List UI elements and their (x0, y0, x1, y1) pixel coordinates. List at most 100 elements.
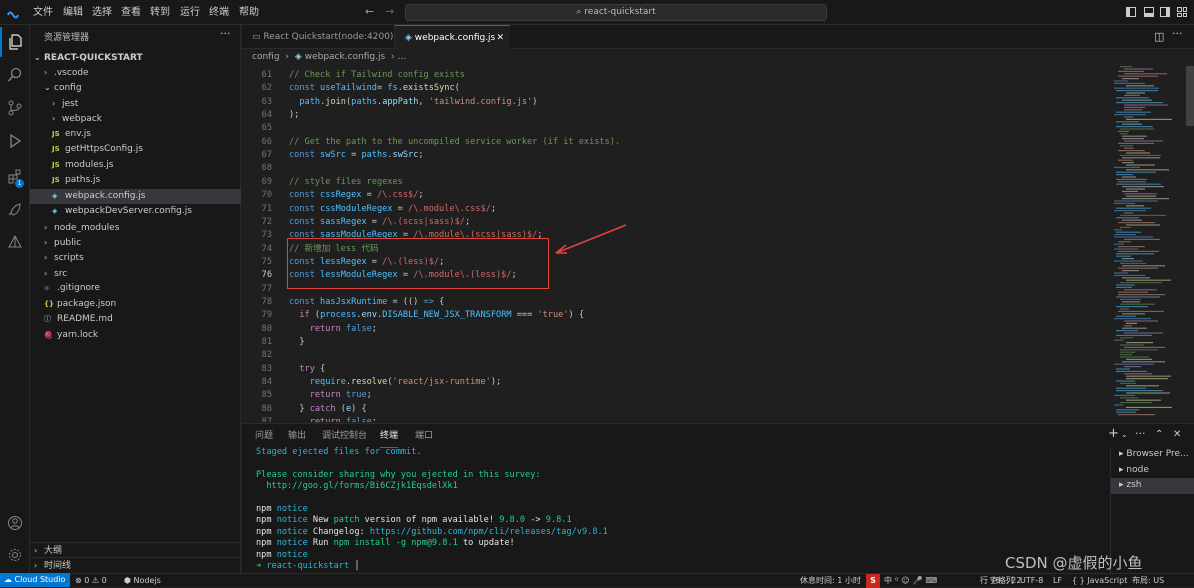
minimap-line (1124, 147, 1134, 149)
terminal-output[interactable]: Staged ejected files for commit. Please c… (256, 447, 1106, 573)
nodejs-status[interactable]: ⬢ Nodejs (124, 574, 161, 588)
close-icon[interactable]: ✕ (496, 26, 504, 50)
extensions-icon[interactable]: 1 (0, 162, 30, 192)
ellipsis[interactable]: … (398, 52, 407, 62)
maximize-panel-icon[interactable]: ⌃ (1155, 429, 1163, 440)
tree-item[interactable]: JS modules.js (30, 158, 241, 174)
tree-item[interactable]: › scripts (30, 250, 241, 266)
close-panel-icon[interactable]: ✕ (1173, 429, 1181, 440)
terminal-instance[interactable]: ▸ Browser Pre... (1111, 447, 1194, 463)
extensions-badge: 1 (15, 179, 24, 188)
code-token: env (361, 310, 378, 321)
tree-item-label: config (54, 83, 82, 94)
command-center-search[interactable]: ⌕ react-quickstart (405, 4, 827, 21)
minimap-line (1116, 380, 1135, 382)
rest-time[interactable]: 休息时间: 1 小时 (800, 574, 861, 588)
panel-tab[interactable]: 问题 (255, 424, 273, 448)
run-debug-icon[interactable] (0, 126, 30, 156)
new-terminal-icon[interactable]: + (1108, 426, 1119, 441)
workspace-root[interactable]: ⌄ REACT-QUICKSTART (30, 50, 241, 66)
account-icon[interactable] (0, 508, 30, 538)
settings-gear-icon[interactable] (0, 540, 30, 570)
indentation[interactable]: 空格: 2 (990, 574, 1016, 588)
tree-item[interactable]: › node_modules (30, 220, 241, 236)
code-token: ; (366, 390, 372, 401)
customize-layout-icon[interactable] (1177, 7, 1187, 17)
triangle-icon[interactable] (0, 227, 30, 257)
toggle-secondary-sidebar-icon[interactable] (1160, 7, 1170, 17)
encoding[interactable]: UTF-8 (1020, 574, 1043, 588)
language-mode[interactable]: { } JavaScript (1072, 574, 1127, 588)
keyboard-layout[interactable]: 布局: US (1132, 574, 1164, 588)
tree-item[interactable]: ⓘ README.md (30, 312, 241, 328)
more-actions-icon[interactable]: ··· (1135, 427, 1146, 440)
menu-item[interactable]: 运行 (180, 0, 200, 25)
panel-tab[interactable]: 端口 (415, 424, 433, 448)
search-view-icon[interactable] (0, 60, 30, 90)
end-of-line[interactable]: LF (1053, 574, 1062, 588)
line-number: 74 (261, 243, 272, 254)
breadcrumb-folder[interactable]: config (242, 52, 280, 62)
tree-item[interactable]: JS env.js (30, 127, 241, 143)
ime-logo-icon[interactable]: S (866, 574, 880, 588)
menu-item[interactable]: 文件 (33, 0, 53, 25)
code-token: ; (418, 150, 424, 161)
terminal-token: │ (354, 561, 360, 571)
more-actions-icon[interactable]: ··· (1172, 27, 1183, 40)
menu-item[interactable]: 编辑 (63, 0, 83, 25)
terminal-instance[interactable]: ▸ node (1111, 463, 1194, 479)
panel-tab[interactable]: 输出 (288, 424, 306, 448)
breadcrumb-file[interactable]: webpack.config.js (305, 52, 385, 62)
panel-tab[interactable]: 终端 (380, 424, 399, 448)
minimap-line (1120, 226, 1131, 228)
source-control-icon[interactable] (0, 93, 30, 123)
forward-arrow-icon[interactable]: → (385, 5, 394, 18)
chevron-down-icon[interactable]: ⌄ (1121, 430, 1128, 439)
menu-item[interactable]: 帮助 (239, 0, 259, 25)
tree-item[interactable]: ◈ webpack.config.js (30, 188, 241, 205)
explorer-icon[interactable] (0, 27, 30, 57)
tree-item[interactable]: › jest (30, 96, 241, 112)
split-editor-icon[interactable]: ◫ (1154, 30, 1164, 43)
panel-tab[interactable]: 调试控制台 (322, 424, 367, 448)
remote-indicator[interactable]: ☁ Cloud Studio (0, 573, 70, 587)
minimap-line (1120, 128, 1154, 130)
menu-item[interactable]: 转到 (150, 0, 170, 25)
minimap-line (1118, 246, 1145, 248)
tree-item[interactable]: › src (30, 266, 241, 282)
terminal-line: npm notice Changelog: https://github.com… (256, 527, 608, 538)
tab-webpack-config[interactable]: ◈ webpack.config.js ✕ (395, 25, 510, 49)
tab-react-quickstart[interactable]: ▭ React Quickstart(node:4200) (242, 25, 395, 49)
minimap-line (1114, 236, 1153, 238)
terminal-token: version of npm available! (359, 515, 500, 526)
menu-item[interactable]: 终端 (209, 0, 229, 25)
tree-item[interactable]: ◈ webpackDevServer.config.js (30, 204, 241, 220)
toggle-sidebar-icon[interactable] (1126, 7, 1136, 17)
tree-item[interactable]: JS paths.js (30, 173, 241, 189)
menu-item[interactable]: 选择 (92, 0, 112, 25)
editor-scrollbar[interactable] (1186, 66, 1194, 126)
outline-section[interactable]: › 大纲 (30, 542, 241, 558)
tree-item[interactable]: 🧶 yarn.lock (30, 328, 241, 344)
minimap-line (1118, 159, 1133, 161)
tree-item[interactable]: JS getHttpsConfig.js (30, 142, 241, 158)
toggle-panel-icon[interactable] (1144, 7, 1154, 17)
terminal-token: https://github.com/npm/cli/releases/tag/… (369, 526, 608, 537)
ime-toolbar-icons[interactable]: 中⁰☺🎤⌨ (884, 574, 940, 588)
tree-item[interactable]: {} package.json (30, 297, 241, 313)
back-arrow-icon[interactable]: ← (365, 5, 374, 18)
tree-item[interactable]: › webpack (30, 111, 241, 127)
timeline-section[interactable]: › 时间线 (30, 557, 241, 573)
tree-item[interactable]: ◆ .gitignore (30, 281, 241, 297)
minimap[interactable] (1110, 66, 1194, 422)
terminal-instance[interactable]: ▸ zsh (1111, 478, 1194, 494)
rocket-icon[interactable] (0, 195, 30, 225)
problems-count[interactable]: ⊗ 0 ⚠ 0 (75, 574, 107, 588)
more-actions-icon[interactable]: ··· (220, 27, 231, 40)
minimap-line (1118, 70, 1144, 72)
tree-item[interactable]: › public (30, 235, 241, 251)
tree-item[interactable]: › .vscode (30, 65, 241, 81)
menu-item[interactable]: 查看 (121, 0, 141, 25)
tree-item[interactable]: ⌄ config (30, 80, 241, 96)
minimap-line (1116, 284, 1135, 286)
